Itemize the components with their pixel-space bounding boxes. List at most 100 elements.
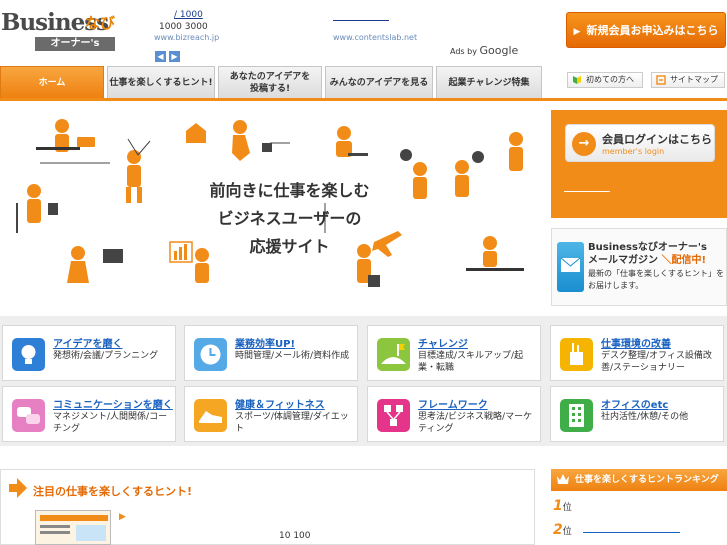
ads-by-label: Ads by	[450, 47, 477, 56]
hero-line-1: 前向きに仕事を楽しむ	[209, 181, 370, 200]
header: Business なび オーナー's / 1000 1000 3000 www.…	[0, 0, 727, 62]
nav-view-ideas-label: みんなのアイデアを見る	[329, 77, 429, 88]
nav-startup-label: 起業チャレンジ特集	[448, 77, 530, 88]
category-idea-desc: 発想術/会議/プランニング	[53, 351, 159, 361]
sitemap-link[interactable]: サイトマップ	[651, 72, 725, 88]
category-office-etc-title[interactable]: オフィスのetc	[601, 396, 668, 411]
category-environment-title[interactable]: 仕事環境の改善	[601, 335, 671, 350]
category-challenge-title[interactable]: チャレンジ	[418, 335, 468, 350]
lightbulb-icon	[12, 338, 45, 371]
hero-tagline: 前向きに仕事を楽しむ ビジネスユーザーの 応援サイト	[187, 177, 392, 261]
magazine-badge: ＼配信中!	[661, 255, 707, 266]
ranking-header: 仕事を楽しくするヒントランキング	[551, 469, 727, 491]
member-login-button[interactable]: → 会員ログインはこちら member's login	[565, 124, 715, 162]
category-efficiency-desc: 時間管理/メール術/資料作成	[235, 351, 350, 361]
category-communication[interactable]: コミュニケーションを磨く マネジメント/人間関係/コーチング	[2, 386, 176, 442]
nav-home-label: ホーム	[38, 77, 66, 88]
ranking-item-2-link[interactable]	[583, 532, 680, 533]
rank-suffix: 位	[562, 503, 572, 513]
signup-label: 新規会員お申込みはこちら	[586, 24, 719, 37]
ad1-url[interactable]: www.bizreach.jp	[154, 33, 224, 43]
ad2-url[interactable]: www.contentslab.net	[333, 33, 417, 42]
nav-startup[interactable]: 起業チャレンジ特集	[436, 66, 542, 98]
logo-sub: オーナー's	[35, 37, 115, 51]
play-icon[interactable]: ▶	[119, 512, 126, 522]
beginners-label: 初めての方へ	[586, 75, 634, 84]
magazine-subtitle: メールマガジン ＼配信中!	[588, 251, 706, 266]
ad-prev-icon[interactable]: ◀	[155, 51, 166, 62]
signup-button[interactable]: ▶ 新規会員お申込みはこちら	[566, 12, 726, 48]
hero-line-2: ビジネスユーザーの	[217, 209, 362, 228]
global-nav: ホーム 仕事を楽しくするヒント! あなたのアイデアを 投稿する! みんなのアイデ…	[0, 66, 560, 99]
nav-hints-label: 仕事を楽しくするヒント!	[109, 77, 213, 88]
ranking-item-1[interactable]: 1位	[553, 498, 572, 514]
category-environment[interactable]: 仕事環境の改善 デスク整理/オフィス設備改善/ステーショナリー	[550, 325, 724, 381]
flag-hill-icon	[377, 338, 410, 371]
ad2-title-line[interactable]	[333, 20, 389, 21]
envelope-icon	[557, 242, 584, 292]
pencil-cup-icon	[560, 338, 593, 371]
nav-underline	[0, 98, 727, 101]
category-efficiency[interactable]: 業務効率UP! 時間管理/メール術/資料作成	[184, 325, 358, 381]
ad1-title[interactable]: / 1000	[154, 10, 224, 21]
hero-banner: 前向きに仕事を楽しむ ビジネスユーザーの 応援サイト	[0, 103, 548, 316]
login-text-link[interactable]	[564, 191, 610, 192]
ranking-title: 仕事を楽しくするヒントランキング	[575, 475, 719, 485]
ad-next-icon[interactable]: ▶	[169, 51, 180, 62]
category-framework-desc: 思考法/ビジネス戦略/マーケティング	[418, 412, 533, 434]
category-challenge[interactable]: チャレンジ 目標達成/スキルアップ/起業・転職	[367, 325, 541, 381]
rank-suffix: 位	[562, 527, 572, 537]
nav-post-idea-label: あなたのアイデアを 投稿する!	[229, 71, 311, 94]
category-communication-title[interactable]: コミュニケーションを磨く	[53, 396, 173, 411]
signup-arrow-icon: ▶	[573, 27, 581, 37]
category-framework-title[interactable]: フレームワーク	[418, 396, 488, 411]
login-title: 会員ログインはこちら	[602, 133, 712, 146]
logo-navi: なび	[85, 14, 116, 32]
ads-by-google[interactable]: Ads by Google	[450, 44, 518, 57]
category-office-etc[interactable]: オフィスのetc 社内活性/休憩/その他	[550, 386, 724, 442]
sneaker-icon	[194, 399, 227, 432]
arrow-right-icon	[9, 478, 27, 498]
flowchart-icon	[377, 399, 410, 432]
nav-post-idea[interactable]: あなたのアイデアを 投稿する!	[218, 66, 322, 98]
category-health[interactable]: 健康＆フィットネス スポーツ/体調管理/ダイエット	[184, 386, 358, 442]
magazine-sub-prefix: メールマガジン	[588, 255, 658, 266]
arrow-right-icon: →	[572, 132, 596, 156]
text-ad-2[interactable]: www.contentslab.net	[333, 20, 417, 42]
category-efficiency-title[interactable]: 業務効率UP!	[235, 335, 295, 350]
google-logo: Google	[479, 44, 519, 57]
text-ad-1[interactable]: / 1000 1000 3000 www.bizreach.jp	[154, 10, 224, 43]
hero-line-3: 応援サイト	[249, 237, 330, 256]
category-health-title[interactable]: 健康＆フィットネス	[235, 396, 325, 411]
crown-icon	[557, 474, 569, 484]
ad-pager: ◀ ▶	[155, 44, 183, 63]
category-framework[interactable]: フレームワーク 思考法/ビジネス戦略/マーケティング	[367, 386, 541, 442]
login-subtitle: member's login	[602, 147, 665, 156]
rank-number: 1	[553, 498, 563, 514]
clock-icon	[194, 338, 227, 371]
category-environment-desc: デスク整理/オフィス設備改善/ステーショナリー	[601, 351, 712, 373]
nav-hints[interactable]: 仕事を楽しくするヒント!	[107, 66, 215, 98]
category-health-desc: スポーツ/体調管理/ダイエット	[235, 412, 349, 434]
building-icon	[560, 399, 593, 432]
featured-hints-title: 注目の仕事を楽しくするヒント!	[33, 485, 193, 498]
hint-thumbnail[interactable]	[35, 510, 111, 545]
rank-number: 2	[553, 522, 563, 538]
category-idea-title[interactable]: アイデアを磨く	[53, 335, 123, 350]
site-logo[interactable]: Business なび オーナー's	[1, 9, 116, 51]
category-office-etc-desc: 社内活性/休憩/その他	[601, 412, 689, 422]
beginner-mark-icon	[573, 76, 581, 84]
category-communication-desc: マネジメント/人間関係/コーチング	[53, 412, 168, 434]
hint-numbers: 10 100	[279, 531, 311, 541]
ad1-numbers: 1000 3000	[159, 22, 208, 32]
sitemap-icon	[656, 75, 666, 85]
magazine-description: 最新の「仕事を楽しくするヒント」をお届けします。	[588, 269, 724, 290]
beginners-link[interactable]: 初めての方へ	[567, 72, 643, 88]
speech-bubbles-icon	[12, 399, 45, 432]
ranking-item-2[interactable]: 2位	[553, 522, 572, 538]
nav-home[interactable]: ホーム	[0, 66, 104, 98]
nav-view-ideas[interactable]: みんなのアイデアを見る	[325, 66, 433, 98]
category-idea[interactable]: アイデアを磨く 発想術/会議/プランニング	[2, 325, 176, 381]
sitemap-label: サイトマップ	[670, 75, 718, 84]
category-challenge-desc: 目標達成/スキルアップ/起業・転職	[418, 351, 524, 373]
